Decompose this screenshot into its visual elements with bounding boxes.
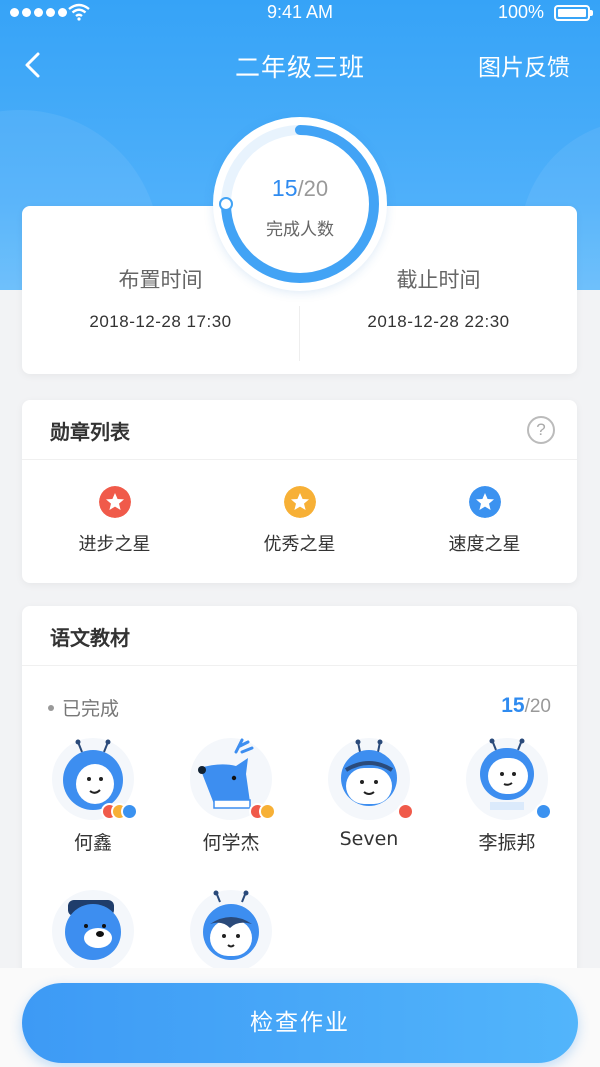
student-item[interactable] <box>24 890 162 980</box>
medal-progress-star[interactable]: 进步之星 <box>22 486 207 556</box>
completed-count: 15/20 <box>501 694 551 718</box>
student-name: 何鑫 <box>73 832 112 854</box>
medal-card-header: 勋章列表 ? <box>22 400 577 460</box>
question-circle-icon[interactable]: ? <box>527 416 555 444</box>
due-time-value: 2018-12-28 22:30 <box>367 312 510 331</box>
textbook-card-title: 语文教材 <box>50 626 130 650</box>
medal-label: 速度之星 <box>448 534 521 555</box>
star-icon <box>468 486 501 518</box>
badge-blue <box>121 803 138 820</box>
status-bar: 9:41 AM 100% <box>0 0 600 26</box>
girl-avatar <box>190 890 272 972</box>
student-name: 何学杰 <box>202 832 260 854</box>
student-badges <box>535 803 552 820</box>
medal-label: 优秀之星 <box>263 534 336 555</box>
check-homework-button[interactable]: 检查作业 <box>22 983 578 1063</box>
completion-ring: 15/20 完成人数 <box>213 117 387 291</box>
completed-section-header: 已完成 15/20 <box>22 690 577 724</box>
medal-list: 进步之星 优秀之星 速度之星 <box>22 460 577 583</box>
medal-card: 勋章列表 ? 进步之星 优秀之星 速度之星 <box>22 400 577 583</box>
battery-icon <box>554 5 593 21</box>
medal-label: 进步之星 <box>78 534 151 555</box>
student-item[interactable] <box>162 890 300 980</box>
badge-blue <box>535 803 552 820</box>
student-badges <box>397 803 414 820</box>
completed-done: 15 <box>501 694 525 717</box>
completed-label: 已完成 <box>62 698 120 720</box>
nav-bar: 二年级三班 图片反馈 <box>0 40 600 90</box>
medal-speed-star[interactable]: 速度之星 <box>392 486 577 556</box>
student-item[interactable]: Seven <box>300 738 438 850</box>
bug-avatar <box>52 738 138 820</box>
completion-count: 15/20 <box>213 175 387 202</box>
bullet-dot <box>48 705 54 711</box>
completion-done: 15 <box>271 175 298 201</box>
student-item[interactable]: 何学杰 <box>162 738 300 855</box>
completion-label: 完成人数 <box>266 220 334 240</box>
star-icon <box>98 486 131 518</box>
badge-yellow <box>259 803 276 820</box>
bear-avatar <box>52 890 134 972</box>
badge-red <box>397 803 414 820</box>
medal-excellent-star[interactable]: 优秀之星 <box>207 486 392 556</box>
student-name: Seven <box>339 828 399 850</box>
battery-percent: 100% <box>497 2 544 22</box>
student-badges <box>101 803 138 820</box>
student-item[interactable]: 李振邦 <box>438 738 576 855</box>
medal-card-title: 勋章列表 <box>50 420 130 444</box>
star-icon <box>283 486 316 518</box>
completed-total: /20 <box>524 696 551 717</box>
student-badges <box>249 803 276 820</box>
textbook-card-header: 语文教材 <box>22 606 577 666</box>
assign-time-value: 2018-12-28 17:30 <box>89 312 232 331</box>
deer-avatar <box>190 738 276 820</box>
kid-avatar <box>328 738 414 820</box>
image-feedback-button[interactable]: 图片反馈 <box>478 48 570 82</box>
robot-avatar <box>466 738 552 820</box>
student-item[interactable]: 何鑫 <box>24 738 162 855</box>
student-name: 李振邦 <box>478 832 536 854</box>
progress-ring <box>219 125 379 283</box>
completion-total: /20 <box>297 176 329 201</box>
